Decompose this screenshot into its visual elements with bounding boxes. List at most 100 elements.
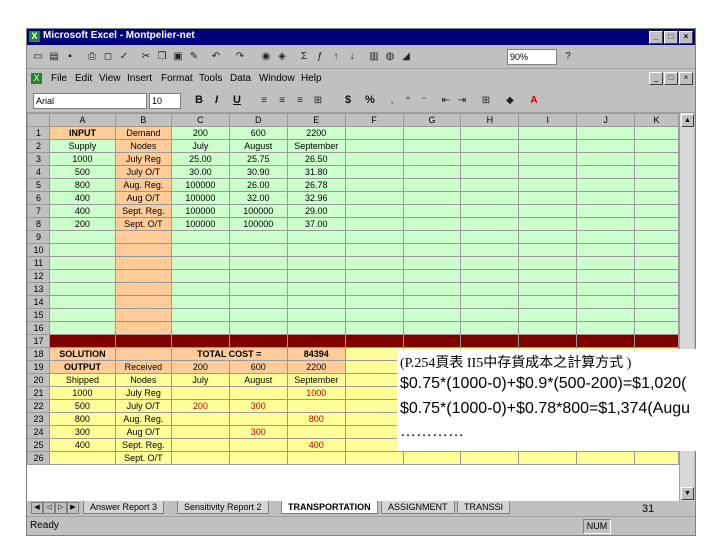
cell[interactable] xyxy=(518,191,578,205)
cell[interactable]: Received xyxy=(114,360,172,374)
paste-icon[interactable]: ▣ xyxy=(171,50,185,64)
row-header[interactable]: 20 xyxy=(27,373,50,387)
column-header-d[interactable]: D xyxy=(228,113,288,127)
cell[interactable] xyxy=(48,321,116,335)
cell[interactable] xyxy=(344,139,404,153)
menu-window[interactable]: Window xyxy=(259,73,295,84)
tab-answer-report-3[interactable]: Answer Report 3 xyxy=(83,501,165,514)
cell[interactable] xyxy=(460,282,520,296)
cell[interactable] xyxy=(344,230,404,244)
cell[interactable]: July Reg xyxy=(114,152,172,166)
cell[interactable] xyxy=(170,334,230,348)
cell[interactable] xyxy=(170,386,230,400)
row-header[interactable]: 15 xyxy=(27,308,50,322)
fill-color-icon[interactable]: ◆ xyxy=(503,94,517,108)
cell[interactable]: Sept. O/T xyxy=(114,451,172,465)
copy-icon[interactable]: ❐ xyxy=(155,50,169,64)
cell[interactable] xyxy=(576,217,635,231)
cell[interactable]: 300 xyxy=(48,425,116,439)
cell[interactable]: 84394 xyxy=(286,347,346,361)
cell[interactable] xyxy=(286,243,346,257)
cell[interactable] xyxy=(228,438,288,452)
row-header[interactable]: 5 xyxy=(27,178,50,192)
cell[interactable]: 32.96 xyxy=(286,191,346,205)
cell[interactable] xyxy=(518,282,578,296)
cell[interactable]: Sept. O/T xyxy=(114,217,172,231)
merge-center-icon[interactable]: ⊞ xyxy=(311,94,325,108)
cell[interactable] xyxy=(344,412,404,426)
print-preview-icon[interactable]: ◻ xyxy=(101,50,115,64)
cell[interactable]: Aug. Reg. xyxy=(114,178,172,192)
menu-help[interactable]: Help xyxy=(301,73,322,84)
cell[interactable] xyxy=(228,269,288,283)
cell[interactable] xyxy=(576,269,635,283)
comma-style-icon[interactable]: , xyxy=(385,94,399,108)
column-header-k[interactable]: K xyxy=(634,113,679,127)
doc-minimize-button[interactable]: _ xyxy=(649,72,663,85)
hyperlink-icon[interactable]: ◉ xyxy=(259,50,273,64)
cell[interactable]: 100000 xyxy=(170,191,230,205)
cell[interactable] xyxy=(460,139,520,153)
cell[interactable] xyxy=(48,451,116,465)
cell[interactable] xyxy=(170,451,230,465)
doc-restore-button[interactable]: □ xyxy=(664,72,678,85)
cell[interactable] xyxy=(634,334,679,348)
cell[interactable] xyxy=(634,126,679,140)
column-header-b[interactable]: B xyxy=(114,113,172,127)
menu-data[interactable]: Data xyxy=(230,73,251,84)
cell[interactable] xyxy=(518,126,578,140)
cell[interactable]: 600 xyxy=(228,126,288,140)
cell[interactable]: 30.90 xyxy=(228,165,288,179)
cell[interactable] xyxy=(286,269,346,283)
cell[interactable] xyxy=(402,230,462,244)
align-right-icon[interactable]: ≡ xyxy=(293,94,307,108)
cell[interactable] xyxy=(634,321,679,335)
cell[interactable] xyxy=(114,347,172,361)
cell[interactable] xyxy=(344,347,404,361)
row-header[interactable]: 9 xyxy=(27,230,50,244)
cell[interactable] xyxy=(344,451,404,465)
select-all-corner[interactable] xyxy=(27,113,50,127)
cell[interactable] xyxy=(114,334,172,348)
cell[interactable] xyxy=(344,204,404,218)
cell[interactable]: 400 xyxy=(48,204,116,218)
save-icon[interactable]: ▪ xyxy=(63,50,77,64)
cell[interactable] xyxy=(170,308,230,322)
cell[interactable] xyxy=(114,256,172,270)
tab-transshipment[interactable]: TRANSSI xyxy=(457,501,511,514)
cell[interactable] xyxy=(344,269,404,283)
cell[interactable] xyxy=(518,321,578,335)
cell[interactable]: 800 xyxy=(286,412,346,426)
cell[interactable] xyxy=(402,191,462,205)
cell[interactable] xyxy=(518,451,578,465)
cell[interactable] xyxy=(228,412,288,426)
cell[interactable]: 100000 xyxy=(228,204,288,218)
cell[interactable] xyxy=(228,321,288,335)
cell[interactable] xyxy=(576,256,635,270)
cell[interactable] xyxy=(344,178,404,192)
cell[interactable]: July O/T xyxy=(114,165,172,179)
cell[interactable] xyxy=(460,191,520,205)
scroll-up-arrow[interactable]: ▲ xyxy=(681,114,694,127)
bold-button[interactable]: B xyxy=(195,94,203,106)
cell[interactable]: Sept. Reg. xyxy=(114,438,172,452)
last-sheet-arrow[interactable]: ▶ xyxy=(67,502,79,514)
cell[interactable]: August xyxy=(228,373,288,387)
tab-transportation[interactable]: TRANSPORTATION xyxy=(281,501,378,514)
cell[interactable]: 100000 xyxy=(170,217,230,231)
cell[interactable] xyxy=(518,230,578,244)
autosum-icon[interactable]: Σ xyxy=(297,50,311,64)
cell[interactable] xyxy=(460,204,520,218)
font-select[interactable]: Arial xyxy=(33,93,147,109)
row-header[interactable]: 10 xyxy=(27,243,50,257)
cell[interactable] xyxy=(402,256,462,270)
column-header-e[interactable]: E xyxy=(286,113,346,127)
cell[interactable] xyxy=(286,334,346,348)
cell[interactable] xyxy=(286,230,346,244)
cell[interactable] xyxy=(634,191,679,205)
cell[interactable] xyxy=(576,243,635,257)
cell[interactable] xyxy=(344,126,404,140)
cell[interactable] xyxy=(48,334,116,348)
cell[interactable] xyxy=(344,373,404,387)
cell[interactable] xyxy=(634,243,679,257)
